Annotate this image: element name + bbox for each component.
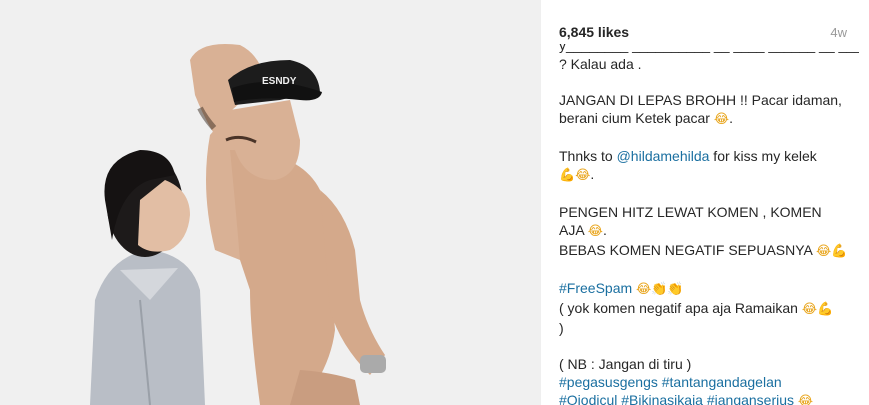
emoji-icon: 😂👏👏	[636, 282, 684, 297]
caption-line: #FreeSpam 😂👏👏	[559, 279, 859, 299]
caption-text: ( NB : Jangan di tiru )	[559, 356, 692, 372]
caption-line: ? Kalau ada .	[559, 55, 859, 73]
emoji-icon: 💪😂	[559, 168, 591, 183]
caption-text: PENGEN HITZ LEWAT KOMEN , KOMEN	[559, 204, 822, 220]
caption-line: ( yok komen negatif apa aja Ramaikan 😂💪	[559, 299, 859, 319]
caption-line: #pegasusgengs #tantangandagelan	[559, 373, 859, 391]
caption-link[interactable]: #FreeSpam	[559, 280, 632, 296]
caption-link[interactable]: @hildamehilda	[617, 148, 710, 164]
caption-text: ( yok komen negatif apa aja Ramaikan	[559, 300, 802, 316]
caption-line: AJA 😂.	[559, 221, 859, 241]
caption-text: berani cium Ketek pacar	[559, 110, 714, 126]
caption-text: .	[590, 166, 595, 182]
caption-line: PENGEN HITZ LEWAT KOMEN , KOMEN	[559, 203, 859, 221]
caption-line: 💪😂.	[559, 165, 859, 185]
emoji-icon: 😂	[797, 394, 814, 405]
post-meta: 6,845 likes 4w	[559, 22, 847, 42]
caption-text: ? Kalau ada .	[559, 56, 642, 72]
emoji-icon: 😂💪	[801, 302, 834, 317]
caption-text: )	[559, 320, 564, 336]
cap-text: ESNDY	[262, 76, 297, 87]
caption-link[interactable]: #Ojodicul #Bikinasikaja #janganserius	[559, 392, 794, 405]
caption-text: .	[603, 222, 607, 238]
caption-line: ( NB : Jangan di tiru )	[559, 355, 859, 373]
wristwatch	[360, 355, 386, 373]
caption-clipped-text: y________ __________ __ ____ ______ __ _…	[559, 44, 859, 53]
caption-link[interactable]: #pegasusgengs #tantangandagelan	[559, 374, 782, 390]
caption-text: Thnks to	[559, 148, 617, 164]
caption-line: JANGAN DI LEPAS BROHH !! Pacar idaman,	[559, 91, 859, 109]
caption-body: ? Kalau ada . JANGAN DI LEPAS BROHH !! Pa…	[559, 55, 859, 405]
caption-text: BEBAS KOMEN NEGATIF SEPUASNYA	[559, 242, 816, 258]
caption-text: JANGAN DI LEPAS BROHH !! Pacar idaman,	[559, 92, 842, 108]
caption-line: Thnks to @hildamehilda for kiss my kelek	[559, 147, 859, 165]
caption: y________ __________ __ ____ ______ __ _…	[559, 44, 859, 405]
post-photo[interactable]: ESNDY	[0, 0, 540, 405]
caption-line: BEBAS KOMEN NEGATIF SEPUASNYA 😂💪	[559, 241, 859, 261]
post-photo-illustration: ESNDY	[0, 0, 540, 405]
caption-clipped-line: y________ __________ __ ____ ______ __ _…	[559, 44, 859, 55]
caption-line: )	[559, 319, 859, 337]
caption-line: berani cium Ketek pacar 😂.	[559, 109, 859, 129]
post-age[interactable]: 4w	[830, 25, 847, 40]
emoji-icon: 😂	[713, 112, 730, 127]
caption-line: #Ojodicul #Bikinasikaja #janganserius 😂	[559, 391, 859, 405]
emoji-icon: 😂💪	[816, 244, 848, 259]
caption-text: .	[729, 110, 733, 126]
emoji-icon: 😂	[587, 224, 603, 239]
caption-text: for kiss my kelek	[709, 148, 817, 164]
likes-count[interactable]: 6,845 likes	[559, 24, 629, 40]
post-sidebar: 6,845 likes 4w y________ __________ __ _…	[540, 0, 869, 405]
caption-text: AJA	[559, 222, 588, 238]
